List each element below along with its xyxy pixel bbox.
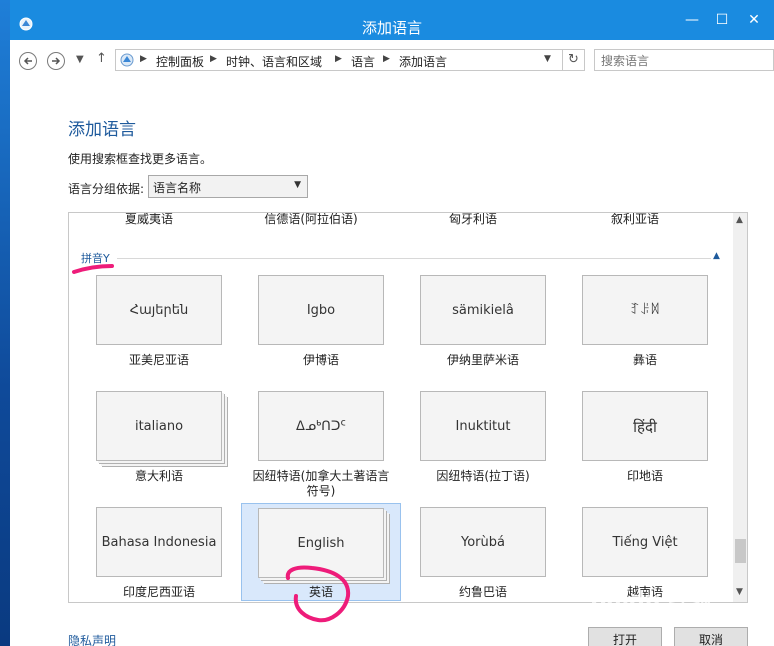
scroll-up-icon[interactable]: ▲: [736, 215, 743, 225]
back-arrow-icon: [23, 57, 32, 65]
breadcrumb-control-panel[interactable]: 控制面板: [156, 53, 204, 70]
language-name: 因纽特语(加拿大土著语言符号): [252, 469, 390, 498]
language-native-name: Bahasa Indonesia: [96, 507, 222, 577]
language-tile[interactable]: हिंदी 印地语: [565, 389, 725, 487]
search-input[interactable]: [599, 51, 753, 71]
list-item-label[interactable]: 夏威夷语: [79, 213, 219, 227]
language-tile[interactable]: ꆈꌠꉙ 彝语: [565, 273, 725, 371]
group-by-label: 语言分组依据:: [68, 182, 145, 196]
breadcrumb-add-language[interactable]: 添加语言: [399, 53, 447, 70]
language-list: 夏威夷语 信德语(阿拉伯语) 匈牙利语 叙利亚语 拼音Y ▲ Հայերեն 亚…: [68, 212, 748, 603]
navigation-bar: ▼ ↑ ▶ 控制面板 ▶ 时钟、语言和区域 ▶ 语言 ▶ 添加语言 ▼ ↻: [10, 40, 774, 80]
title-bar[interactable]: 添加语言 — ☐ ✕: [10, 0, 774, 40]
maximize-button[interactable]: ☐: [710, 12, 734, 28]
language-native-name: ꆈꌠꉙ: [582, 275, 708, 345]
language-native-name: sämikielâ: [420, 275, 546, 345]
watermark: Baidu 经验: [590, 588, 713, 613]
language-native-name: italiano: [96, 391, 222, 461]
refresh-button[interactable]: ↻: [563, 49, 585, 71]
language-name: 约鲁巴语: [458, 585, 507, 599]
group-by-value: 语言名称: [153, 181, 202, 195]
language-native-name: Tiếng Việt: [582, 507, 708, 577]
add-language-window: 添加语言 — ☐ ✕ ▼ ↑ ▶ 控制面板 ▶ 时钟、语言和区域 ▶ 语言 ▶ …: [10, 0, 774, 646]
scrollbar-thumb[interactable]: [735, 539, 746, 563]
breadcrumb-language[interactable]: 语言: [351, 53, 375, 70]
address-dropdown-icon[interactable]: ▼: [544, 54, 551, 64]
section-divider: [117, 258, 711, 259]
forward-arrow-icon: [52, 57, 61, 65]
language-tile[interactable]: Yorùbá 约鲁巴语: [403, 505, 563, 602]
window-title: 添加语言: [361, 19, 422, 37]
list-item-label[interactable]: 匈牙利语: [403, 213, 543, 227]
back-button[interactable]: [19, 52, 37, 70]
desktop-background: [0, 0, 10, 646]
language-name: 因纽特语(拉丁语): [436, 469, 530, 483]
control-panel-icon: [119, 52, 135, 72]
close-button[interactable]: ✕: [742, 12, 766, 28]
language-name: 伊博语: [302, 353, 339, 367]
language-name: 亚美尼亚语: [128, 353, 189, 367]
language-tile-selected[interactable]: English 英语: [241, 503, 401, 601]
privacy-statement-link[interactable]: 隐私声明: [68, 632, 116, 646]
language-native-name: Igbo: [258, 275, 384, 345]
language-tile[interactable]: Inuktitut 因纽特语(拉丁语): [403, 389, 563, 487]
language-native-name: Yorùbá: [420, 507, 546, 577]
language-name: 英语: [308, 585, 333, 599]
language-native-name: ᐃᓄᒃᑎᑐᑦ: [258, 391, 384, 461]
list-item-label[interactable]: 信德语(阿拉伯语): [241, 213, 381, 227]
language-name: 意大利语: [134, 469, 183, 483]
language-native-name: English: [258, 508, 384, 578]
language-tile[interactable]: Bahasa Indonesia 印度尼西亚语: [79, 505, 239, 602]
breadcrumb-separator-icon: ▶: [210, 54, 217, 64]
language-tile[interactable]: italiano 意大利语: [79, 389, 239, 487]
chevron-up-icon[interactable]: ▲: [713, 251, 720, 261]
list-item-label[interactable]: 叙利亚语: [565, 213, 705, 227]
language-name: 彝语: [632, 353, 657, 367]
breadcrumb-separator-icon: ▶: [335, 54, 342, 64]
language-native-name: हिंदी: [582, 391, 708, 461]
language-name: 印度尼西亚语: [122, 585, 195, 599]
language-tile[interactable]: ᐃᓄᒃᑎᑐᑦ 因纽特语(加拿大土著语言符号): [241, 389, 401, 498]
language-tile[interactable]: sämikielâ 伊纳里萨米语: [403, 273, 563, 371]
breadcrumb-separator-icon: ▶: [140, 54, 147, 64]
minimize-button[interactable]: —: [680, 12, 704, 28]
group-by-select[interactable]: 语言名称 ▼: [148, 175, 308, 198]
section-header[interactable]: 拼音Y: [81, 250, 110, 266]
language-name: 伊纳里萨米语: [446, 353, 519, 367]
page-title: 添加语言: [68, 120, 136, 140]
search-box[interactable]: [594, 49, 774, 71]
language-tile[interactable]: Հայերեն 亚美尼亚语: [79, 273, 239, 371]
vertical-scrollbar[interactable]: ▲ ▼: [733, 213, 747, 602]
open-button[interactable]: 打开: [588, 627, 662, 646]
cancel-button[interactable]: 取消: [674, 627, 748, 646]
address-bar[interactable]: ▶ 控制面板 ▶ 时钟、语言和区域 ▶ 语言 ▶ 添加语言 ▼: [115, 49, 563, 71]
page-description: 使用搜索框查找更多语言。: [68, 152, 213, 166]
breadcrumb-clock-language-region[interactable]: 时钟、语言和区域: [226, 53, 322, 70]
up-arrow-icon[interactable]: ↑: [96, 51, 107, 66]
scroll-down-icon[interactable]: ▼: [736, 587, 743, 597]
language-native-name: Inuktitut: [420, 391, 546, 461]
language-tile[interactable]: Igbo 伊博语: [241, 273, 401, 371]
forward-button[interactable]: [47, 52, 65, 70]
chevron-down-icon: ▼: [294, 180, 301, 190]
language-name: 印地语: [626, 469, 663, 483]
language-native-name: Հայերեն: [96, 275, 222, 345]
breadcrumb-separator-icon: ▶: [383, 54, 390, 64]
recent-pages-chevron-icon[interactable]: ▼: [76, 54, 84, 65]
